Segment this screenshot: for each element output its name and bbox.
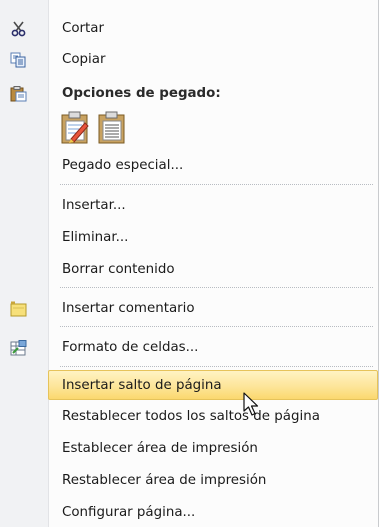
separator xyxy=(60,326,373,327)
insert-comment-label: Insertar comentario xyxy=(62,301,195,316)
delete-label: Eliminar... xyxy=(62,230,129,245)
paste-values-button[interactable] xyxy=(95,110,129,146)
menu-item-insert-page-break[interactable]: Insertar salto de página xyxy=(48,370,378,400)
scissors-icon xyxy=(10,21,27,37)
menu-item-paste-special[interactable]: Pegado especial... xyxy=(0,152,379,180)
paste-formatting-button[interactable] xyxy=(58,110,92,146)
menu-item-reset-all-page-breaks[interactable]: Restablecer todos los saltos de página xyxy=(0,403,379,431)
cut-label: Cortar xyxy=(62,21,105,36)
menu-item-insert[interactable]: Insertar... xyxy=(0,192,379,220)
paste-options-header: Opciones de pegado: xyxy=(62,86,221,101)
menu-item-copy[interactable]: Copiar xyxy=(0,46,379,74)
menu-item-page-setup[interactable]: Configurar página... xyxy=(0,499,379,527)
reset-print-area-label: Restablecer área de impresión xyxy=(62,473,267,488)
comment-icon xyxy=(10,301,27,317)
format-cells-label: Formato de celdas... xyxy=(62,340,199,355)
paste-values-icon xyxy=(96,111,128,149)
clipboard-icon xyxy=(10,86,27,102)
separator xyxy=(60,184,373,185)
menu-item-set-print-area[interactable]: Establecer área de impresión xyxy=(0,435,379,463)
copy-label: Copiar xyxy=(62,52,106,67)
format-cells-icon xyxy=(10,340,27,356)
mouse-cursor-icon xyxy=(242,392,266,418)
separator xyxy=(60,366,373,367)
menu-item-cut[interactable]: Cortar xyxy=(0,15,379,43)
paste-formatting-icon xyxy=(59,111,91,149)
set-print-area-label: Establecer área de impresión xyxy=(62,441,258,456)
menu-item-clear-contents[interactable]: Borrar contenido xyxy=(0,256,379,284)
separator xyxy=(60,287,373,288)
reset-all-page-breaks-label: Restablecer todos los saltos de página xyxy=(62,409,320,424)
menu-item-format-cells[interactable]: Formato de celdas... xyxy=(0,334,379,362)
paste-special-label: Pegado especial... xyxy=(62,158,184,173)
menu-item-reset-print-area[interactable]: Restablecer área de impresión xyxy=(0,467,379,495)
menu-item-insert-comment[interactable]: Insertar comentario xyxy=(0,295,379,323)
context-menu: Cortar Copiar Opciones de pegado: Pegado… xyxy=(0,0,379,527)
clear-contents-label: Borrar contenido xyxy=(62,262,175,277)
page-setup-label: Configurar página... xyxy=(62,505,196,520)
copy-icon xyxy=(10,52,27,68)
insert-page-break-label: Insertar salto de página xyxy=(62,378,222,393)
menu-item-delete[interactable]: Eliminar... xyxy=(0,224,379,252)
insert-label: Insertar... xyxy=(62,198,126,213)
